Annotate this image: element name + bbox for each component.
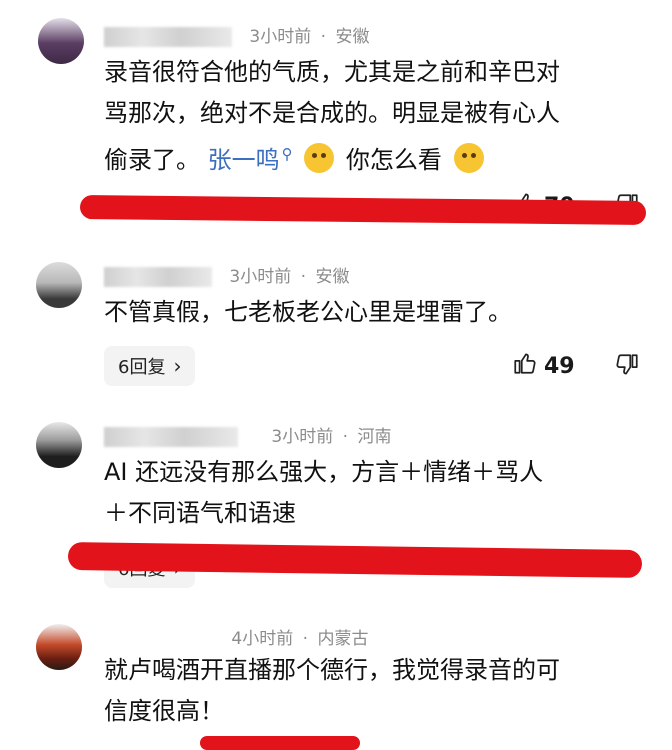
- comment-line: 不管真假，七老板老公心里是埋雷了。: [104, 298, 512, 326]
- comment-line: 骂那次，绝对不是合成的。明显是被有心人: [104, 99, 560, 127]
- replies-button[interactable]: 6回复 ›: [104, 346, 196, 386]
- comment-body: AI 还远没有那么强大，方言＋情绪＋骂人 ＋不同语气和语速: [104, 452, 650, 534]
- comment-text: 你怎么看: [345, 146, 442, 174]
- username-blurred[interactable]: [104, 27, 232, 47]
- thumbs-down-icon[interactable]: [614, 352, 640, 382]
- comment-meta: 3小时前 · 河南: [104, 422, 391, 447]
- timestamp: 3小时前: [249, 27, 312, 47]
- timestamp: 4小时前: [231, 629, 294, 649]
- red-annotation-line: [200, 736, 360, 750]
- timestamp: 3小时前: [229, 267, 292, 287]
- comment-line: 就卢喝酒开直播那个德行，我觉得录音的可: [104, 656, 560, 684]
- timestamp: 3小时前: [271, 427, 334, 447]
- location: 安徽: [335, 27, 370, 47]
- location: 安徽: [315, 267, 350, 287]
- comment-4: 4小时前 · 内蒙古 就卢喝酒开直播那个德行，我觉得录音的可 信度很高！: [0, 610, 672, 750]
- thumbs-up-icon[interactable]: [512, 350, 538, 382]
- like-count: 49: [544, 353, 575, 379]
- thinking-face-emoji-icon: [304, 143, 335, 173]
- avatar[interactable]: [38, 18, 84, 64]
- search-icon[interactable]: ⚲: [282, 134, 293, 175]
- comment-meta: 3小时前 · 安徽: [104, 262, 349, 287]
- comment-line: 信度很高！: [104, 697, 224, 725]
- separator: ·: [342, 427, 349, 447]
- avatar[interactable]: [36, 422, 82, 468]
- comment-line: ＋不同语气和语速: [104, 499, 296, 527]
- comment-line: 录音很符合他的气质，尤其是之前和辛巴对: [104, 58, 560, 86]
- comment-body: 录音很符合他的气质，尤其是之前和辛巴对 骂那次，绝对不是合成的。明显是被有心人 …: [104, 52, 650, 181]
- comment-line: 偷录了。 张一鸣 ⚲ 你怎么看: [104, 134, 650, 181]
- separator: ·: [300, 267, 307, 287]
- user-mention-link[interactable]: 张一鸣: [208, 146, 280, 174]
- separator: ·: [320, 27, 327, 47]
- chevron-right-icon: ›: [173, 354, 182, 378]
- comment-line: AI 还远没有那么强大，方言＋情绪＋骂人: [104, 458, 544, 486]
- location: 河南: [357, 427, 392, 447]
- location: 内蒙古: [317, 629, 369, 649]
- like-group: 49: [512, 350, 575, 382]
- comment-text: 偷录了。: [104, 146, 200, 174]
- comment-2: 3小时前 · 安徽 不管真假，七老板老公心里是埋雷了。 6回复 › 49: [0, 240, 672, 400]
- avatar[interactable]: [36, 262, 82, 308]
- username-blurred[interactable]: [104, 267, 212, 287]
- comment-body: 不管真假，七老板老公心里是埋雷了。: [104, 292, 650, 333]
- comment-1: 3小时前 · 安徽 录音很符合他的气质，尤其是之前和辛巴对 骂那次，绝对不是合成…: [0, 0, 672, 240]
- avatar[interactable]: [36, 624, 82, 670]
- crying-face-emoji-icon: [453, 143, 484, 173]
- red-annotation-line: [79, 195, 647, 225]
- username-blurred[interactable]: [104, 427, 238, 447]
- comment-3: 3小时前 · 河南 AI 还远没有那么强大，方言＋情绪＋骂人 ＋不同语气和语速 …: [0, 400, 672, 610]
- comment-meta: 4小时前 · 内蒙古: [104, 624, 368, 649]
- replies-count: 6回复: [118, 357, 166, 378]
- comment-body: 就卢喝酒开直播那个德行，我觉得录音的可 信度很高！: [104, 650, 650, 732]
- comment-meta: 3小时前 · 安徽: [104, 22, 369, 47]
- separator: ·: [302, 629, 309, 649]
